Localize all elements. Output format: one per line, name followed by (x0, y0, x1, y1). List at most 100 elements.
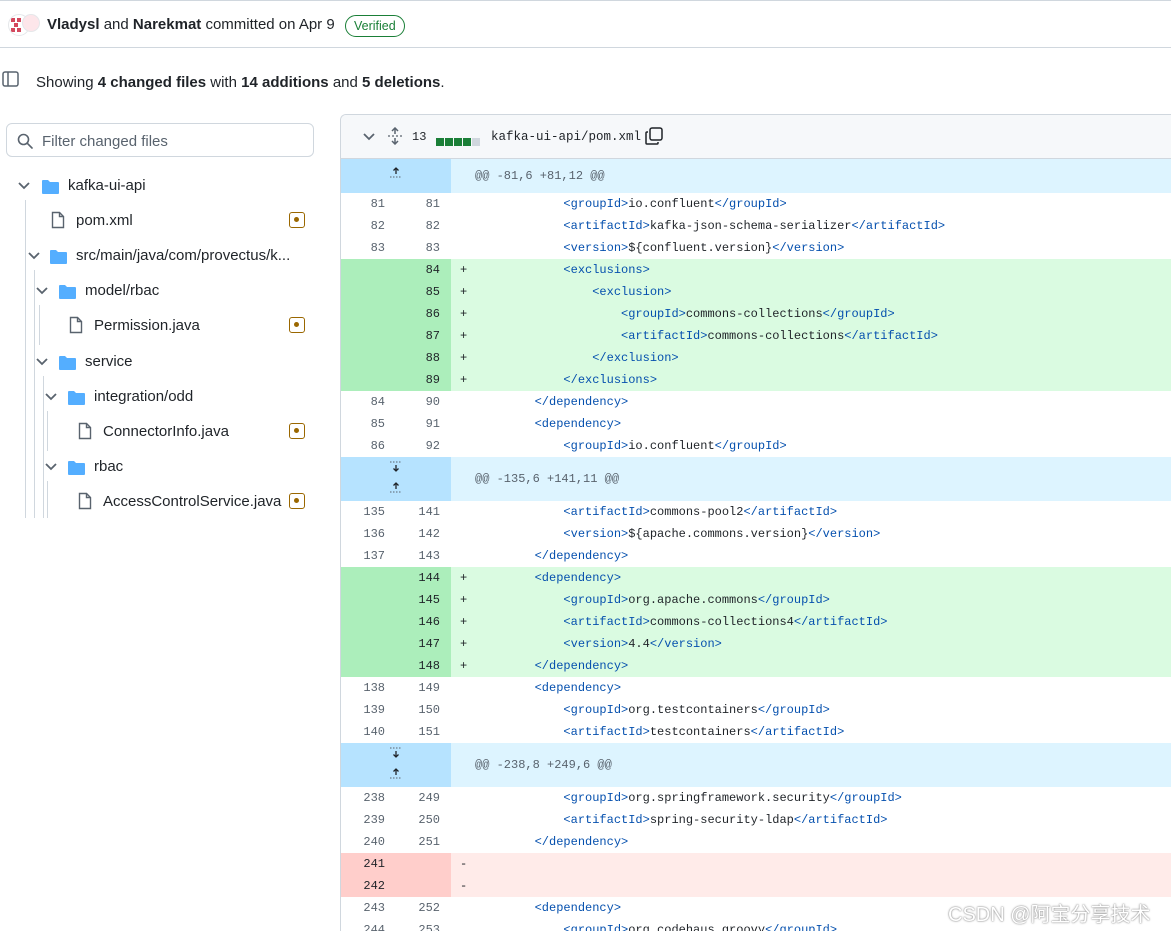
tree-folder[interactable]: kafka-ui-api (0, 171, 320, 201)
old-line-number[interactable]: 241 (341, 853, 396, 875)
new-line-number[interactable]: 85 (396, 281, 451, 303)
old-line-number[interactable]: 139 (341, 699, 396, 721)
old-line-number[interactable]: 138 (341, 677, 396, 699)
old-line-number[interactable]: 86 (341, 435, 396, 457)
expand-down-icon[interactable] (389, 746, 403, 760)
modified-status-icon (289, 423, 305, 439)
changed-files-count[interactable]: 4 changed files (98, 74, 206, 91)
new-line-number[interactable]: 151 (396, 721, 451, 743)
chevron-down-icon[interactable] (36, 357, 48, 367)
new-line-number[interactable]: 253 (396, 919, 451, 931)
file-diff: 13 kafka-ui-api/pom.xml @@ -81,6 +81,12 … (340, 114, 1171, 931)
old-line-number[interactable]: 242 (341, 875, 396, 897)
old-line-number[interactable]: 135 (341, 501, 396, 523)
diff-filename[interactable]: kafka-ui-api/pom.xml (491, 130, 641, 144)
new-line-number[interactable]: 150 (396, 699, 451, 721)
tree-file[interactable]: ConnectorInfo.java (0, 417, 320, 447)
new-line-number[interactable]: 251 (396, 831, 451, 853)
diff-line-context: 85 91 <dependency> (341, 413, 1171, 435)
expand-up-icon[interactable] (389, 165, 403, 179)
tree-folder[interactable]: integration/odd (0, 382, 320, 412)
filter-files-input[interactable] (42, 130, 302, 152)
old-line-number[interactable]: 140 (341, 721, 396, 743)
tree-file[interactable]: Permission.java (0, 311, 320, 341)
new-line-number[interactable]: 249 (396, 787, 451, 809)
old-line-number[interactable]: 238 (341, 787, 396, 809)
new-line-number[interactable]: 86 (396, 303, 451, 325)
chevron-down-icon[interactable] (36, 286, 48, 296)
new-line-number[interactable]: 81 (396, 193, 451, 215)
new-line-number[interactable]: 92 (396, 435, 451, 457)
new-line-number[interactable] (396, 875, 451, 897)
old-line-number[interactable] (341, 589, 396, 611)
diff-line-added: 89 + </exclusions> (341, 369, 1171, 391)
new-line-number[interactable]: 141 (396, 501, 451, 523)
expand-all-icon[interactable] (387, 127, 403, 145)
old-line-number[interactable] (341, 347, 396, 369)
tree-folder[interactable]: src/main/java/com/provectus/k... (0, 241, 320, 271)
tree-folder[interactable]: service (0, 347, 320, 377)
new-line-number[interactable] (396, 853, 451, 875)
diff-line-context: 138 149 <dependency> (341, 677, 1171, 699)
old-line-number[interactable] (341, 281, 396, 303)
old-line-number[interactable]: 240 (341, 831, 396, 853)
old-line-number[interactable]: 81 (341, 193, 396, 215)
new-line-number[interactable]: 90 (396, 391, 451, 413)
new-line-number[interactable]: 142 (396, 523, 451, 545)
old-line-number[interactable]: 243 (341, 897, 396, 919)
new-line-number[interactable]: 146 (396, 611, 451, 633)
old-line-number[interactable]: 137 (341, 545, 396, 567)
new-line-number[interactable]: 143 (396, 545, 451, 567)
old-line-number[interactable]: 82 (341, 215, 396, 237)
old-line-number[interactable]: 244 (341, 919, 396, 931)
old-line-number[interactable]: 85 (341, 413, 396, 435)
old-line-number[interactable] (341, 369, 396, 391)
filter-files-box[interactable] (6, 123, 314, 157)
coauthor-avatar[interactable] (22, 14, 40, 32)
new-line-number[interactable]: 84 (396, 259, 451, 281)
tree-folder[interactable]: rbac (0, 452, 320, 482)
new-line-number[interactable]: 148 (396, 655, 451, 677)
verified-badge[interactable]: Verified (345, 15, 405, 37)
new-line-number[interactable]: 149 (396, 677, 451, 699)
expand-down-icon[interactable] (389, 460, 403, 474)
tree-file[interactable]: AccessControlService.java (0, 487, 320, 517)
author-link[interactable]: Vladysl (47, 16, 100, 33)
new-line-number[interactable]: 89 (396, 369, 451, 391)
new-line-number[interactable]: 91 (396, 413, 451, 435)
old-line-number[interactable] (341, 567, 396, 589)
old-line-number[interactable] (341, 259, 396, 281)
coauthor-link[interactable]: Narekmat (133, 16, 201, 33)
expand-up-icon[interactable] (389, 480, 403, 494)
new-line-number[interactable]: 87 (396, 325, 451, 347)
tree-file[interactable]: pom.xml (0, 206, 320, 236)
new-line-number[interactable]: 145 (396, 589, 451, 611)
old-line-number[interactable] (341, 655, 396, 677)
old-line-number[interactable]: 239 (341, 809, 396, 831)
chevron-down-icon[interactable] (45, 392, 57, 402)
old-line-number[interactable] (341, 303, 396, 325)
chevron-down-icon[interactable] (18, 181, 30, 191)
new-line-number[interactable]: 250 (396, 809, 451, 831)
old-line-number[interactable] (341, 633, 396, 655)
old-line-number[interactable] (341, 325, 396, 347)
diff-line-added: 85 + <exclusion> (341, 281, 1171, 303)
new-line-number[interactable]: 88 (396, 347, 451, 369)
chevron-down-icon[interactable] (45, 462, 57, 472)
old-line-number[interactable]: 84 (341, 391, 396, 413)
new-line-number[interactable]: 82 (396, 215, 451, 237)
tree-folder[interactable]: model/rbac (0, 276, 320, 306)
chevron-down-icon[interactable] (28, 251, 40, 261)
diff-sign: - (460, 857, 468, 871)
sidebar-toggle-icon[interactable] (2, 71, 20, 87)
copy-icon[interactable] (645, 127, 663, 145)
new-line-number[interactable]: 83 (396, 237, 451, 259)
new-line-number[interactable]: 252 (396, 897, 451, 919)
old-line-number[interactable]: 136 (341, 523, 396, 545)
expand-up-icon[interactable] (389, 766, 403, 780)
new-line-number[interactable]: 144 (396, 567, 451, 589)
collapse-chevron-icon[interactable] (363, 132, 375, 142)
old-line-number[interactable]: 83 (341, 237, 396, 259)
new-line-number[interactable]: 147 (396, 633, 451, 655)
old-line-number[interactable] (341, 611, 396, 633)
